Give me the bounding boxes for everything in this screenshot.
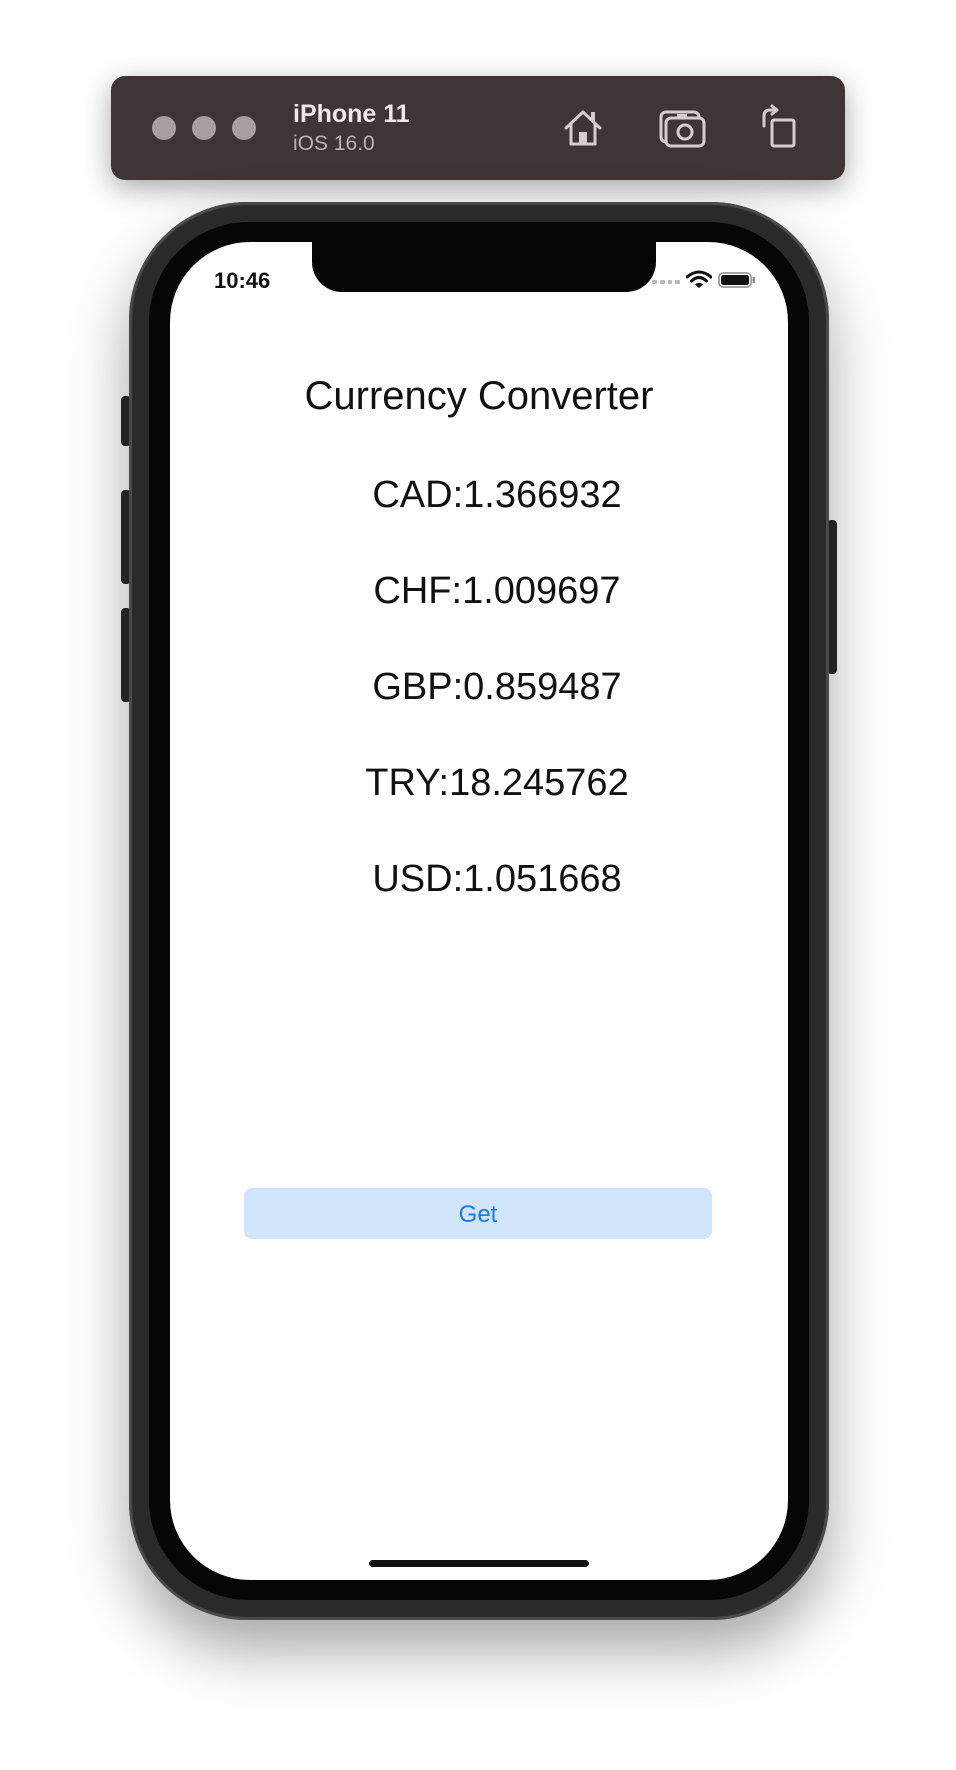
status-icons	[652, 270, 762, 290]
rate-label-cad: CAD:1.366932	[372, 474, 622, 516]
wifi-icon	[686, 270, 712, 288]
rate-label-gbp: GBP:0.859487	[372, 666, 622, 708]
home-icon	[564, 110, 602, 146]
rate-label-try: TRY:18.245762	[365, 762, 629, 804]
home-button[interactable]	[558, 104, 608, 150]
phone-frame: 10:46 Currency Converter CAD:1.366932 CH…	[129, 202, 829, 1620]
rate-label-chf: CHF:1.009697	[373, 570, 621, 612]
app-title: Currency Converter	[304, 374, 654, 418]
device-name: iPhone 11	[293, 100, 410, 128]
rotate-button[interactable]	[754, 104, 804, 150]
notch	[312, 242, 656, 292]
cellular-signal-icon	[652, 280, 680, 284]
page: iPhone 11 iOS 16.0 10:46 Currency Conver…	[0, 0, 956, 1770]
window-close-button[interactable]	[152, 116, 176, 140]
rotate-icon	[762, 104, 796, 148]
battery-icon	[718, 272, 755, 288]
phone-screen: 10:46 Currency Converter CAD:1.366932 CH…	[170, 242, 788, 1580]
get-button[interactable]: Get	[244, 1188, 712, 1239]
window-minimize-button[interactable]	[192, 116, 216, 140]
rate-label-usd: USD:1.051668	[372, 858, 622, 900]
home-indicator[interactable]	[369, 1560, 589, 1567]
screenshot-icon	[659, 110, 706, 148]
window-zoom-button[interactable]	[232, 116, 256, 140]
status-time: 10:46	[214, 268, 271, 293]
os-version: iOS 16.0	[293, 132, 375, 155]
screenshot-button[interactable]	[657, 104, 707, 150]
simulator-toolbar: iPhone 11 iOS 16.0	[111, 76, 845, 180]
